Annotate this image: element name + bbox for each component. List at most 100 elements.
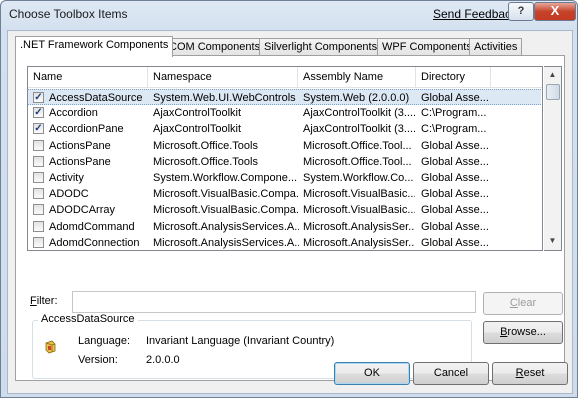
row-cell-directory: Global Asse... — [421, 172, 489, 184]
checkbox[interactable] — [33, 155, 44, 167]
row-cell-name: AccessDataSource — [49, 92, 143, 104]
row-cell-assembly: Microsoft.VisualBasic.... — [303, 188, 415, 201]
tab-label: Silverlight Components — [264, 41, 378, 53]
row-cell-directory: Global Asse... — [421, 236, 489, 249]
components-list[interactable]: Name Namespace Assembly Name Directory ✓… — [27, 66, 543, 251]
reset-button[interactable]: Reset — [492, 362, 568, 385]
row-cell-directory: Global Asse... — [421, 204, 489, 217]
row-cell-namespace: Microsoft.AnalysisServices.A... — [153, 236, 299, 249]
filter-input[interactable] — [72, 291, 476, 313]
dialog-client-area: .NET Framework Components COM Components… — [7, 30, 573, 394]
send-feedback-link[interactable]: Send Feedback — [433, 7, 517, 21]
table-row[interactable]: ✓ Accordion AjaxControlToolkit AjaxControlT… — [28, 105, 541, 121]
tab-label: Activities — [474, 41, 518, 53]
checkbox[interactable] — [33, 188, 44, 200]
reset-button-label: Reset — [515, 367, 545, 379]
column-header-assembly-name[interactable]: Assembly Name — [298, 67, 416, 87]
row-cell-name: Accordion — [49, 107, 98, 120]
row-cell-name: AccordionPane — [49, 123, 124, 136]
row-cell-namespace: Microsoft.AnalysisServices.A... — [153, 220, 299, 233]
list-vertical-scrollbar[interactable]: ▲ ▼ — [544, 66, 562, 251]
row-cell-assembly: Microsoft.AnalysisSer... — [303, 220, 415, 233]
tab-wpf-components[interactable]: WPF Components — [377, 38, 477, 56]
row-cell-name: AdomdConnection — [49, 236, 140, 249]
ok-button-label: OK — [364, 367, 380, 379]
table-row[interactable]: AdomdConnection Microsoft.AnalysisService… — [28, 235, 541, 250]
table-row[interactable]: Activity System.Workflow.Compone... System… — [28, 170, 541, 186]
table-row[interactable]: ADODCArray Microsoft.VisualBasic.Compa...… — [28, 202, 541, 218]
table-row[interactable]: ActionsPane Microsoft.Office.Tools Microso… — [28, 138, 541, 154]
clear-button[interactable]: Clear — [483, 292, 563, 315]
window-title: Choose Toolbox Items — [9, 7, 128, 21]
row-cell-name: ADODC — [49, 188, 89, 201]
row-cell-namespace: System.Web.UI.WebControls — [153, 92, 296, 104]
cancel-button[interactable]: Cancel — [413, 362, 489, 385]
row-cell-namespace: AjaxControlToolkit — [153, 107, 242, 120]
row-cell-name: ActionsPane — [49, 139, 111, 152]
cancel-button-label: Cancel — [433, 367, 469, 379]
details-title: AccessDataSource — [38, 313, 138, 325]
ok-button[interactable]: OK — [334, 362, 410, 385]
tab-activities[interactable]: Activities — [469, 38, 523, 56]
help-button[interactable]: ? — [508, 2, 534, 21]
scroll-down-arrow-icon[interactable]: ▼ — [544, 233, 561, 249]
row-cell-assembly: Microsoft.VisualBasic.... — [303, 204, 415, 217]
table-row[interactable]: AdomdCommand Microsoft.AnalysisServices.A… — [28, 219, 541, 235]
browse-button[interactable]: Browse... — [483, 321, 563, 344]
tab-silverlight-components[interactable]: Silverlight Components — [259, 38, 383, 56]
checkbox[interactable] — [33, 220, 44, 232]
tab-label: WPF Components — [382, 41, 472, 53]
row-cell-namespace: Microsoft.VisualBasic.Compa... — [153, 204, 299, 217]
table-row[interactable]: ✓ AccordionPane AjaxControlToolkit AjaxCont… — [28, 121, 541, 137]
column-header-name[interactable]: Name — [28, 67, 148, 87]
checked-checkbox[interactable]: ✓ — [33, 107, 44, 119]
row-cell-assembly: System.Web (2.0.0.0) — [303, 92, 410, 104]
row-cell-namespace: Microsoft.VisualBasic.Compa... — [153, 188, 299, 201]
language-label: Language: — [78, 335, 130, 347]
row-cell-directory: Global Asse... — [421, 188, 489, 201]
row-cell-assembly: Microsoft.Office.Tool... — [303, 155, 412, 168]
tab-label: COM Components — [169, 41, 261, 53]
checked-checkbox[interactable]: ✓ — [33, 92, 44, 103]
tab-label: .NET Framework Components — [20, 39, 169, 51]
checkbox[interactable] — [33, 204, 44, 216]
row-cell-name: Activity — [49, 172, 84, 184]
row-cell-namespace: Microsoft.Office.Tools — [153, 155, 258, 168]
checked-checkbox[interactable]: ✓ — [33, 123, 44, 135]
close-button[interactable]: X — [534, 2, 576, 21]
row-cell-name: AdomdCommand — [49, 220, 135, 233]
tab-page-net-framework: Name Namespace Assembly Name Directory ✓… — [15, 55, 565, 381]
component-icon — [45, 340, 56, 354]
row-cell-name: ADODCArray — [49, 204, 116, 217]
column-header-namespace[interactable]: Namespace — [148, 67, 298, 87]
row-cell-directory: C:\Program... — [421, 123, 487, 136]
row-cell-assembly: System.Workflow.Co... — [303, 172, 414, 184]
column-header-directory[interactable]: Directory — [416, 67, 491, 87]
row-cell-assembly: Microsoft.Office.Tool... — [303, 139, 412, 152]
tab-com-components[interactable]: COM Components — [164, 38, 266, 56]
tab-net-framework-components[interactable]: .NET Framework Components — [15, 36, 174, 57]
row-cell-namespace: AjaxControlToolkit — [153, 123, 242, 136]
row-cell-directory: C:\Program... — [421, 107, 487, 120]
filter-label: Filter: — [30, 295, 58, 307]
checkbox[interactable] — [33, 139, 44, 151]
version-value: 2.0.0.0 — [146, 354, 180, 366]
clear-button-label: Clear — [509, 297, 537, 309]
row-cell-assembly: Microsoft.AnalysisSer... — [303, 236, 415, 249]
scroll-up-arrow-icon[interactable]: ▲ — [544, 67, 561, 83]
scroll-thumb[interactable] — [546, 84, 560, 100]
row-cell-namespace: Microsoft.Office.Tools — [153, 139, 258, 152]
language-value: Invariant Language (Invariant Country) — [146, 335, 335, 347]
table-row[interactable]: ADODC Microsoft.VisualBasic.Compa... Micro… — [28, 186, 541, 202]
table-row[interactable]: ✓ AccessDataSource System.Web.UI.WebContro… — [28, 89, 541, 105]
row-cell-assembly: AjaxControlToolkit (3.... — [303, 107, 415, 120]
checkbox[interactable] — [33, 172, 44, 183]
list-header: Name Namespace Assembly Name Directory — [28, 67, 542, 88]
row-cell-directory: Global Asse... — [421, 155, 489, 168]
table-row[interactable]: ActionsPane Microsoft.Office.Tools Microso… — [28, 154, 541, 170]
row-cell-name: ActionsPane — [49, 155, 111, 168]
browse-button-label: Browse... — [500, 326, 546, 338]
checkbox[interactable] — [33, 236, 44, 248]
choose-toolbox-items-dialog: Choose Toolbox Items Send Feedback ? X .… — [0, 0, 578, 398]
row-cell-directory: Global Asse... — [421, 92, 489, 104]
